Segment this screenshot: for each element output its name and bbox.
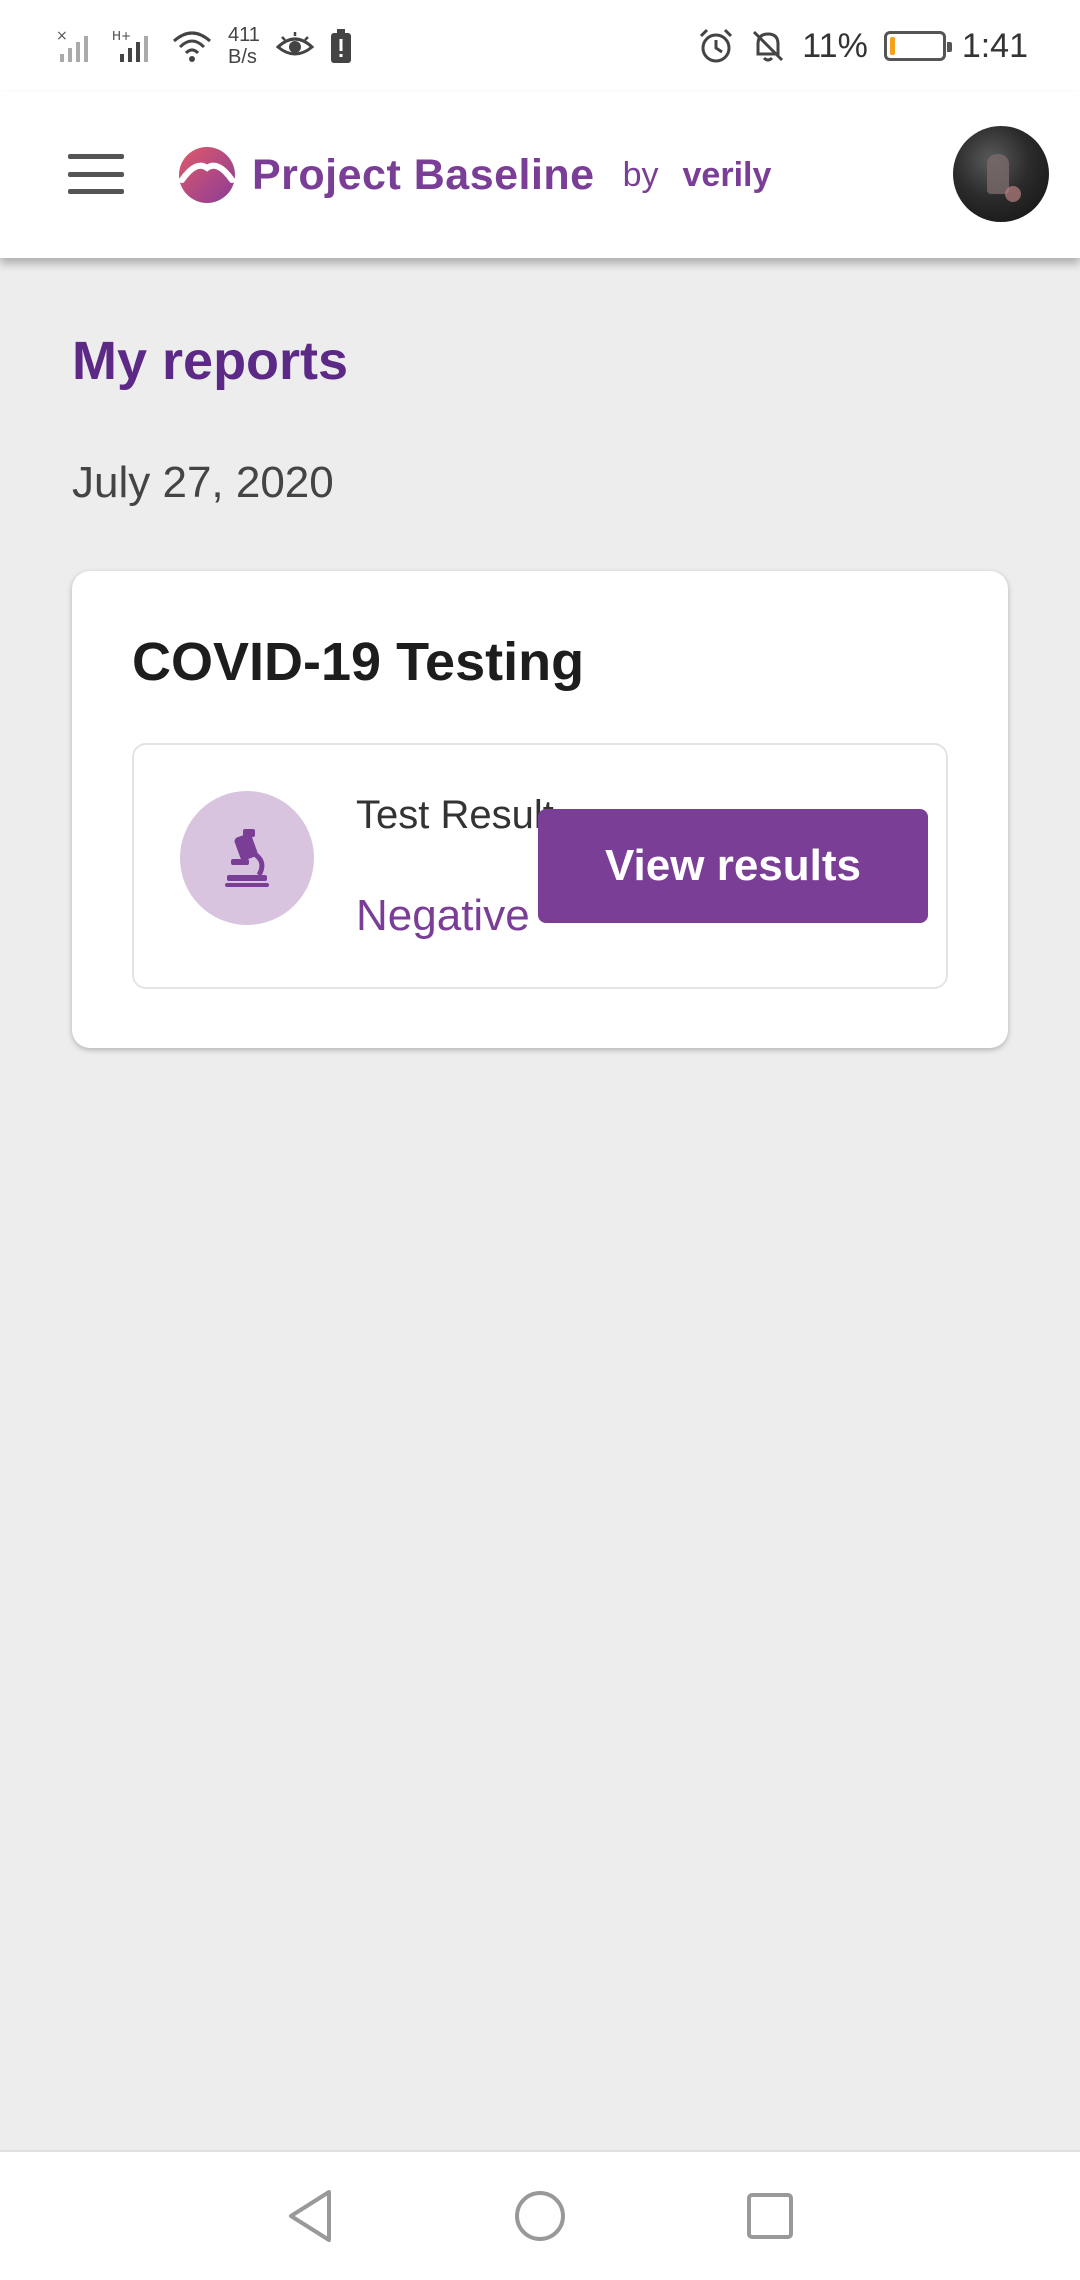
network-speed-unit: B/s [228, 46, 257, 68]
signal-hplus-icon: H+ [112, 28, 156, 64]
report-date: July 27, 2020 [72, 458, 334, 507]
svg-text:H+: H+ [112, 29, 131, 43]
back-icon[interactable] [270, 2176, 350, 2256]
status-bar-left: × H+ 411 B/s [56, 24, 352, 68]
eye-comfort-icon [275, 31, 314, 61]
status-bar-right: 11% 1:41 [698, 27, 1028, 66]
clock: 1:41 [961, 26, 1028, 65]
system-nav-bar [0, 2150, 1080, 2280]
battery-level [889, 37, 896, 55]
brand-logo[interactable]: Project Baseline by verily [178, 140, 771, 210]
brand-company: verily [682, 155, 772, 194]
microscope-icon [180, 791, 314, 925]
brand-name: Project Baseline [252, 150, 595, 199]
view-results-button[interactable]: View results [538, 809, 928, 923]
network-speed: 411 B/s [228, 24, 260, 68]
baseline-logo-icon [179, 147, 235, 203]
svg-text:×: × [56, 28, 68, 44]
test-result-label: Test Result [356, 793, 554, 837]
signal-no-sim-icon: × [56, 28, 96, 64]
mute-bell-icon [750, 28, 786, 64]
battery-percent: 11% [802, 26, 868, 65]
network-speed-value: 411 [228, 24, 260, 46]
report-card-title: COVID-19 Testing [132, 632, 585, 692]
user-avatar[interactable] [953, 126, 1049, 222]
battery-alert-icon [330, 29, 352, 63]
brand-by: by [622, 155, 659, 194]
report-card: COVID-19 Testing Test Result Negative Vi… [72, 571, 1008, 1048]
home-icon[interactable] [500, 2176, 580, 2256]
wifi-icon [172, 29, 212, 63]
hamburger-menu-icon[interactable] [68, 154, 124, 194]
battery-icon [883, 31, 952, 61]
test-result-panel: Test Result Negative View results [132, 743, 948, 989]
app-bar: Project Baseline by verily [0, 92, 1080, 258]
recents-icon[interactable] [730, 2176, 810, 2256]
alarm-icon [698, 28, 734, 64]
page-title: My reports [72, 331, 349, 391]
test-result-value: Negative [356, 891, 530, 940]
status-bar: × H+ 411 B/s 11% 1:41 [0, 0, 1080, 92]
